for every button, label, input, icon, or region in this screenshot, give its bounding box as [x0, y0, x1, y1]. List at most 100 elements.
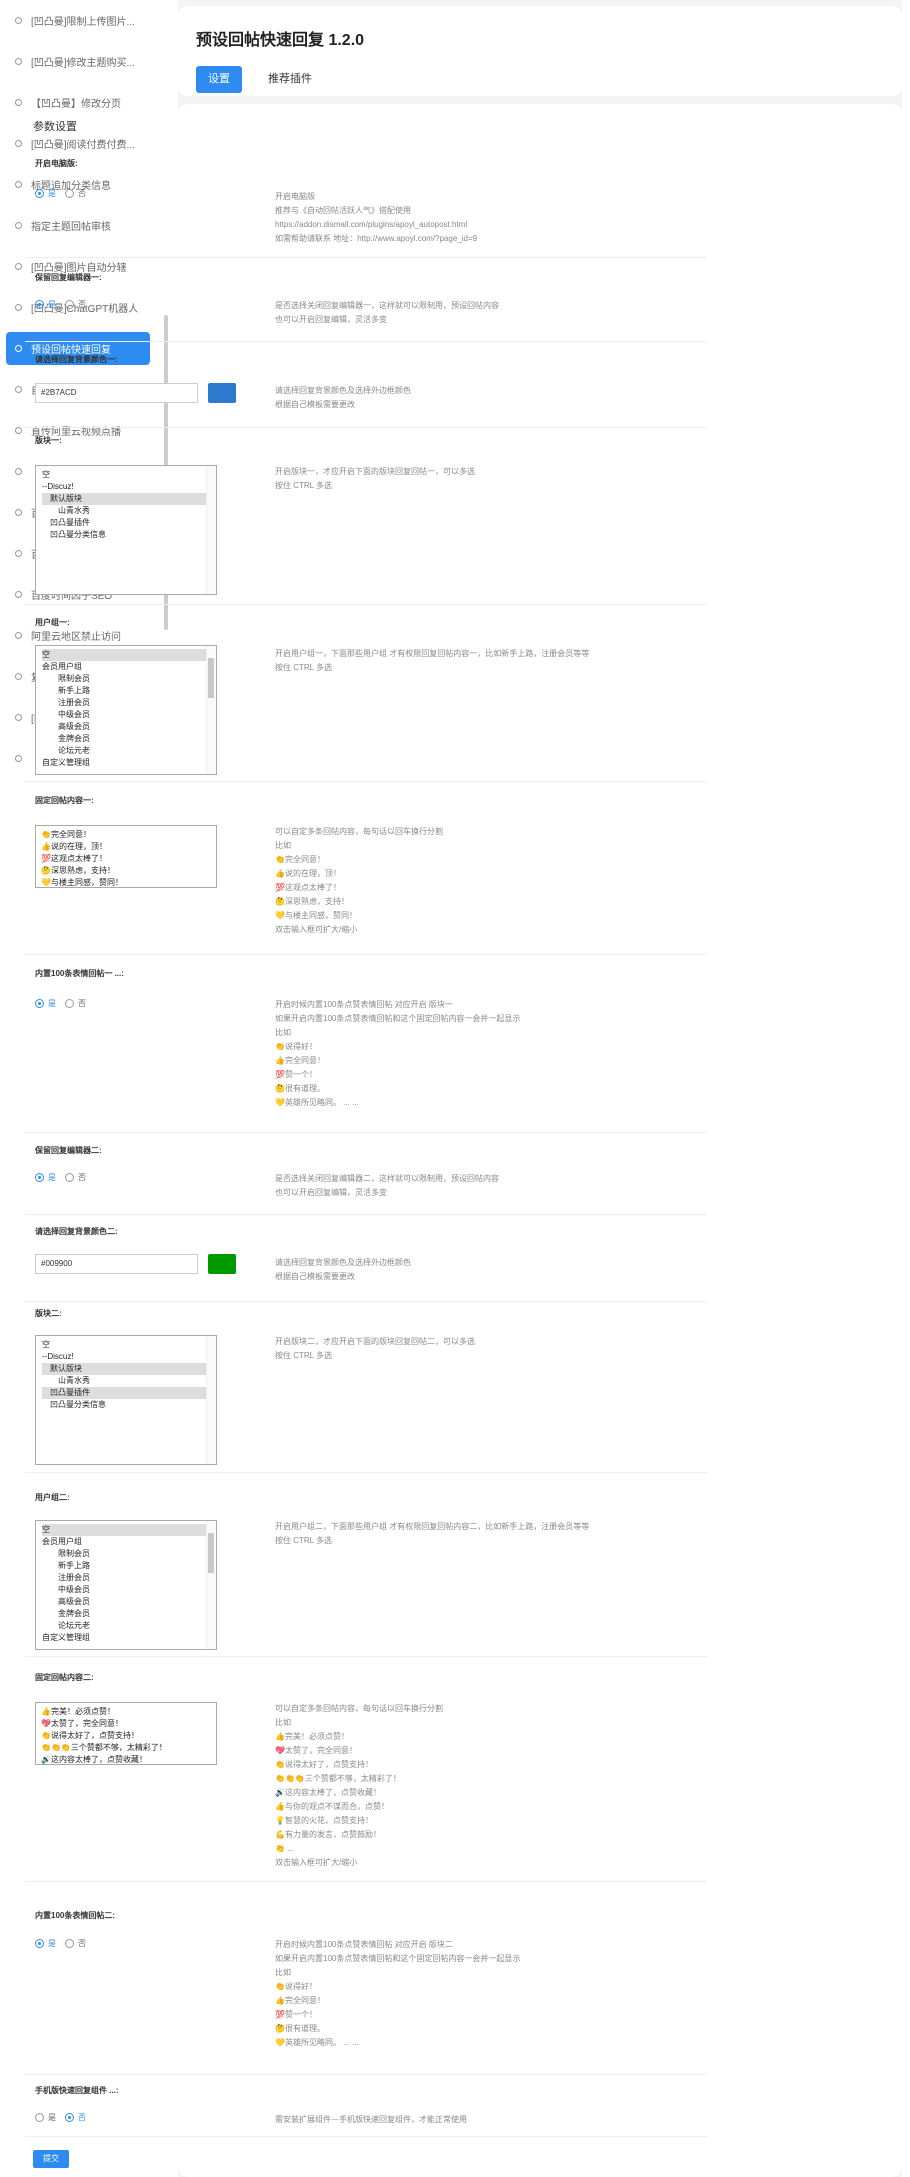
scrollbar-thumb[interactable]	[208, 1533, 214, 1573]
setting-description: 开启时候内置100条点赞表情回帖 对应开启 版块一 如果开启内置100条点赞表情…	[275, 1000, 521, 1107]
option[interactable]: 金牌会员	[42, 733, 210, 745]
option[interactable]: 空	[42, 649, 210, 661]
option[interactable]: 空	[42, 469, 210, 481]
setting-usergroup-one: 用户组一: 空 会员用户组 限制会员 新手上路 注册会员 中级会员 高级会员 金…	[25, 617, 707, 782]
radio-yes[interactable]: 是	[35, 299, 56, 310]
option[interactable]: 空	[42, 1339, 210, 1351]
color-input[interactable]: #2B7ACD	[35, 383, 198, 403]
forum-select[interactable]: 空 --Discuz! 默认版块 山青水秀 凹凸曼插件 凹凸曼分类信息	[35, 1335, 217, 1465]
radio-yes[interactable]: 是	[35, 188, 56, 199]
submit-button[interactable]: 提交	[33, 2150, 69, 2168]
setting-description: 开启时候内置100条点赞表情回帖 对应开启 版块二 如果开启内置100条点赞表情…	[275, 1940, 521, 2047]
setting-label: 请选择回复背景颜色二:	[35, 1227, 118, 1236]
radio-no[interactable]: 否	[65, 998, 86, 1009]
option[interactable]: 中级会员	[42, 709, 210, 721]
option[interactable]: 凹凸曼分类信息	[42, 529, 210, 541]
option[interactable]: 山青水秀	[42, 505, 210, 517]
option[interactable]: 注册会员	[42, 1572, 210, 1584]
radio-yes[interactable]: 是	[35, 2112, 56, 2123]
radio-no-indicator[interactable]	[65, 1173, 74, 1182]
usergroup-select[interactable]: 空 会员用户组 限制会员 新手上路 注册会员 中级会员 高级会员 金牌会员 论坛…	[35, 645, 217, 775]
option[interactable]: 新手上路	[42, 1560, 210, 1572]
option[interactable]: 空	[42, 1524, 210, 1536]
option[interactable]: 论坛元老	[42, 745, 210, 757]
radio-no-indicator[interactable]	[65, 189, 74, 198]
radio-no[interactable]: 否	[65, 299, 86, 310]
radio-yes[interactable]: 是	[35, 1938, 56, 1949]
bullet-icon	[15, 632, 22, 639]
listbox-scrollbar[interactable]	[206, 466, 216, 594]
option[interactable]: 会员用户组	[42, 1536, 210, 1548]
tab-settings[interactable]: 设置	[196, 66, 242, 93]
radio-no[interactable]: 否	[65, 1938, 86, 1949]
radio-no-indicator[interactable]	[65, 999, 74, 1008]
bullet-icon	[15, 714, 22, 721]
option[interactable]: 高级会员	[42, 1596, 210, 1608]
option[interactable]: 会员用户组	[42, 661, 210, 673]
color-input[interactable]: #009900	[35, 1254, 198, 1274]
setting-description: 可以自定多条回帖内容，每句话以回车换行分割 比如 👍完美！必须点赞！ 💖太赞了，…	[275, 1704, 443, 1867]
bullet-icon	[15, 140, 22, 147]
radio-yes-indicator[interactable]	[35, 999, 44, 1008]
option[interactable]: 论坛元老	[42, 1620, 210, 1632]
option[interactable]: 限制会员	[42, 1548, 210, 1560]
listbox-scrollbar[interactable]	[206, 646, 216, 774]
setting-description: 可以自定多条回帖内容，每句话以回车换行分割 比如 👏完全同意！ 👍说的在理，顶！…	[275, 827, 443, 934]
tab-recommended-plugins[interactable]: 推荐插件	[256, 66, 324, 93]
setting-label: 请选择回复背景颜色一:	[35, 355, 118, 364]
radio-no-indicator[interactable]	[65, 300, 74, 309]
radio-no[interactable]: 否	[65, 2112, 86, 2123]
sidebar-item-label: [凹凸曼]修改主题购买...	[31, 58, 135, 69]
option[interactable]: 自定义管理组	[42, 1632, 210, 1644]
radio-yes-indicator[interactable]	[35, 1173, 44, 1182]
option[interactable]: 注册会员	[42, 697, 210, 709]
setting-label: 版块二:	[35, 1309, 62, 1318]
option[interactable]: 默认版块	[42, 493, 210, 505]
sidebar-item[interactable]: 【凹凸曼】修改分页	[0, 82, 170, 123]
option[interactable]: 凹凸曼插件	[42, 1387, 210, 1399]
option[interactable]: 默认版块	[42, 1363, 210, 1375]
radio-yes-indicator[interactable]	[35, 1939, 44, 1948]
usergroup-select[interactable]: 空 会员用户组 限制会员 新手上路 注册会员 中级会员 高级会员 金牌会员 论坛…	[35, 1520, 217, 1650]
radio-no[interactable]: 否	[65, 188, 86, 199]
listbox-scrollbar[interactable]	[206, 1521, 216, 1649]
header-card: 预设回帖快速回复 1.2.0 设置 推荐插件	[178, 6, 902, 96]
radio-yes[interactable]: 是	[35, 998, 56, 1009]
radio-yes-indicator[interactable]	[35, 300, 44, 309]
option[interactable]: 金牌会员	[42, 1608, 210, 1620]
radio-no-indicator[interactable]	[65, 1939, 74, 1948]
setting-emoji-reply-two: 内置100条表情回帖二: 是 否 开启时候内置100条点赞表情回帖 对应开启 版…	[25, 1910, 707, 2075]
radio-group: 是 否	[35, 1938, 95, 1949]
listbox-scrollbar[interactable]	[206, 1336, 216, 1464]
forum-select[interactable]: 空 --Discuz! 默认版块 山青水秀 凹凸曼插件 凹凸曼分类信息	[35, 465, 217, 595]
option[interactable]: 限制会员	[42, 673, 210, 685]
option[interactable]: 自定义管理组	[42, 757, 210, 769]
option[interactable]: 凹凸曼分类信息	[42, 1399, 210, 1411]
radio-group: 是 否	[35, 1172, 95, 1183]
option[interactable]: 山青水秀	[42, 1375, 210, 1387]
setting-description: 开启用户组一，下面那些用户组 才有权限回复回帖内容一，比如新手上路，注册会员等等…	[275, 649, 590, 672]
radio-yes-indicator[interactable]	[35, 189, 44, 198]
setting-label: 固定回帖内容二:	[35, 1673, 94, 1682]
option[interactable]: 凹凸曼插件	[42, 517, 210, 529]
fixed-reply-textarea[interactable]: 👏完全同意！ 👍说的在理，顶！ 💯这观点太棒了！ 🤔深思熟虑，支持！ 💛与楼主同…	[35, 825, 217, 888]
color-swatch[interactable]	[208, 383, 236, 403]
radio-no-indicator[interactable]	[65, 2113, 74, 2122]
option[interactable]: 中级会员	[42, 1584, 210, 1596]
option[interactable]: 新手上路	[42, 685, 210, 697]
radio-yes[interactable]: 是	[35, 1172, 56, 1183]
sidebar-item[interactable]: [凹凸曼]修改主题购买...	[0, 41, 170, 82]
setting-description: 开启版块一，才应开启下面的版块回复回帖一，可以多选 按住 CTRL 多选	[275, 467, 475, 490]
radio-yes-indicator[interactable]	[35, 2113, 44, 2122]
scrollbar-thumb[interactable]	[208, 658, 214, 698]
fixed-reply-textarea[interactable]: 👍完美！必须点赞！ 💖太赞了，完全同意！ 👏说得太好了，点赞支持！ 👏👏👏三个赞…	[35, 1702, 217, 1765]
color-swatch[interactable]	[208, 1254, 236, 1274]
option[interactable]: --Discuz!	[42, 481, 210, 493]
option[interactable]: 高级会员	[42, 721, 210, 733]
radio-group: 是 否	[35, 299, 95, 310]
sidebar-item[interactable]: [凹凸曼]限制上传图片...	[0, 0, 170, 41]
setting-description: 请选择回复背景颜色及选择外边框颜色 根据自己模板需要更改	[275, 386, 411, 409]
option[interactable]: --Discuz!	[42, 1351, 210, 1363]
setting-description: 需安装扩展组件－手机版快速回复组件，才能正常使用	[275, 2115, 467, 2124]
radio-no[interactable]: 否	[65, 1172, 86, 1183]
